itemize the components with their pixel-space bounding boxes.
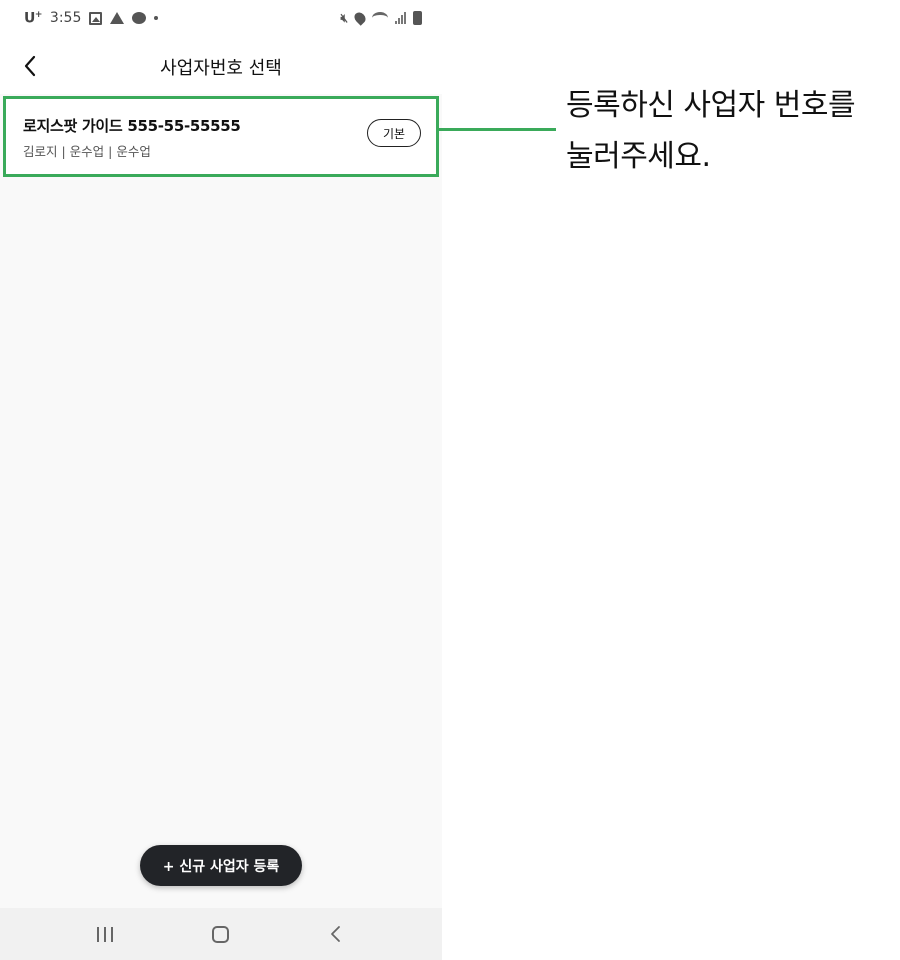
app-header: 사업자번호 선택: [0, 36, 442, 94]
callout-line-2: 눌러주세요.: [566, 139, 711, 174]
back-icon: [331, 926, 340, 942]
nav-back-button[interactable]: [316, 920, 356, 948]
status-left: U+ 3:55: [24, 9, 159, 27]
callout-connector-line: [439, 128, 556, 131]
status-time: 3:55: [49, 10, 82, 26]
add-business-button[interactable]: + 신규 사업자 등록: [140, 845, 302, 886]
warning-icon: [110, 12, 125, 24]
dot-icon: [154, 16, 159, 20]
status-right: 🔇︎: [340, 10, 422, 26]
callout-line-1: 등록하신 사업자 번호를: [566, 88, 856, 123]
navigation-bar: [0, 908, 442, 960]
battery-icon: [413, 11, 422, 25]
recent-apps-button[interactable]: [85, 920, 125, 948]
business-name: 로지스팟 가이드 555-55-55555: [23, 117, 241, 135]
phone-screen: U+ 3:55 🔇︎ 사업자번호 선택 로지스팟 가이드 555-55-5555…: [0, 0, 442, 960]
home-button[interactable]: [200, 920, 240, 948]
wifi-icon: [372, 12, 388, 24]
default-badge: 기본: [367, 119, 421, 147]
mute-icon: 🔇︎: [340, 10, 348, 25]
gallery-icon: [89, 11, 103, 25]
carrier-label: U+: [24, 9, 42, 27]
signal-icon: [395, 12, 406, 24]
page-title: 사업자번호 선택: [160, 58, 282, 79]
recent-apps-icon: [97, 926, 99, 942]
business-list-item[interactable]: 로지스팟 가이드 555-55-55555 김로지 | 운수업 | 운수업 기본: [3, 96, 439, 177]
status-bar: U+ 3:55 🔇︎: [0, 0, 442, 36]
location-icon: [352, 10, 368, 26]
business-details: 김로지 | 운수업 | 운수업: [23, 144, 151, 159]
talk-icon: [132, 12, 147, 24]
callout-annotation: 등록하신 사업자 번호를 눌러주세요.: [566, 80, 896, 182]
home-icon: [211, 925, 229, 943]
